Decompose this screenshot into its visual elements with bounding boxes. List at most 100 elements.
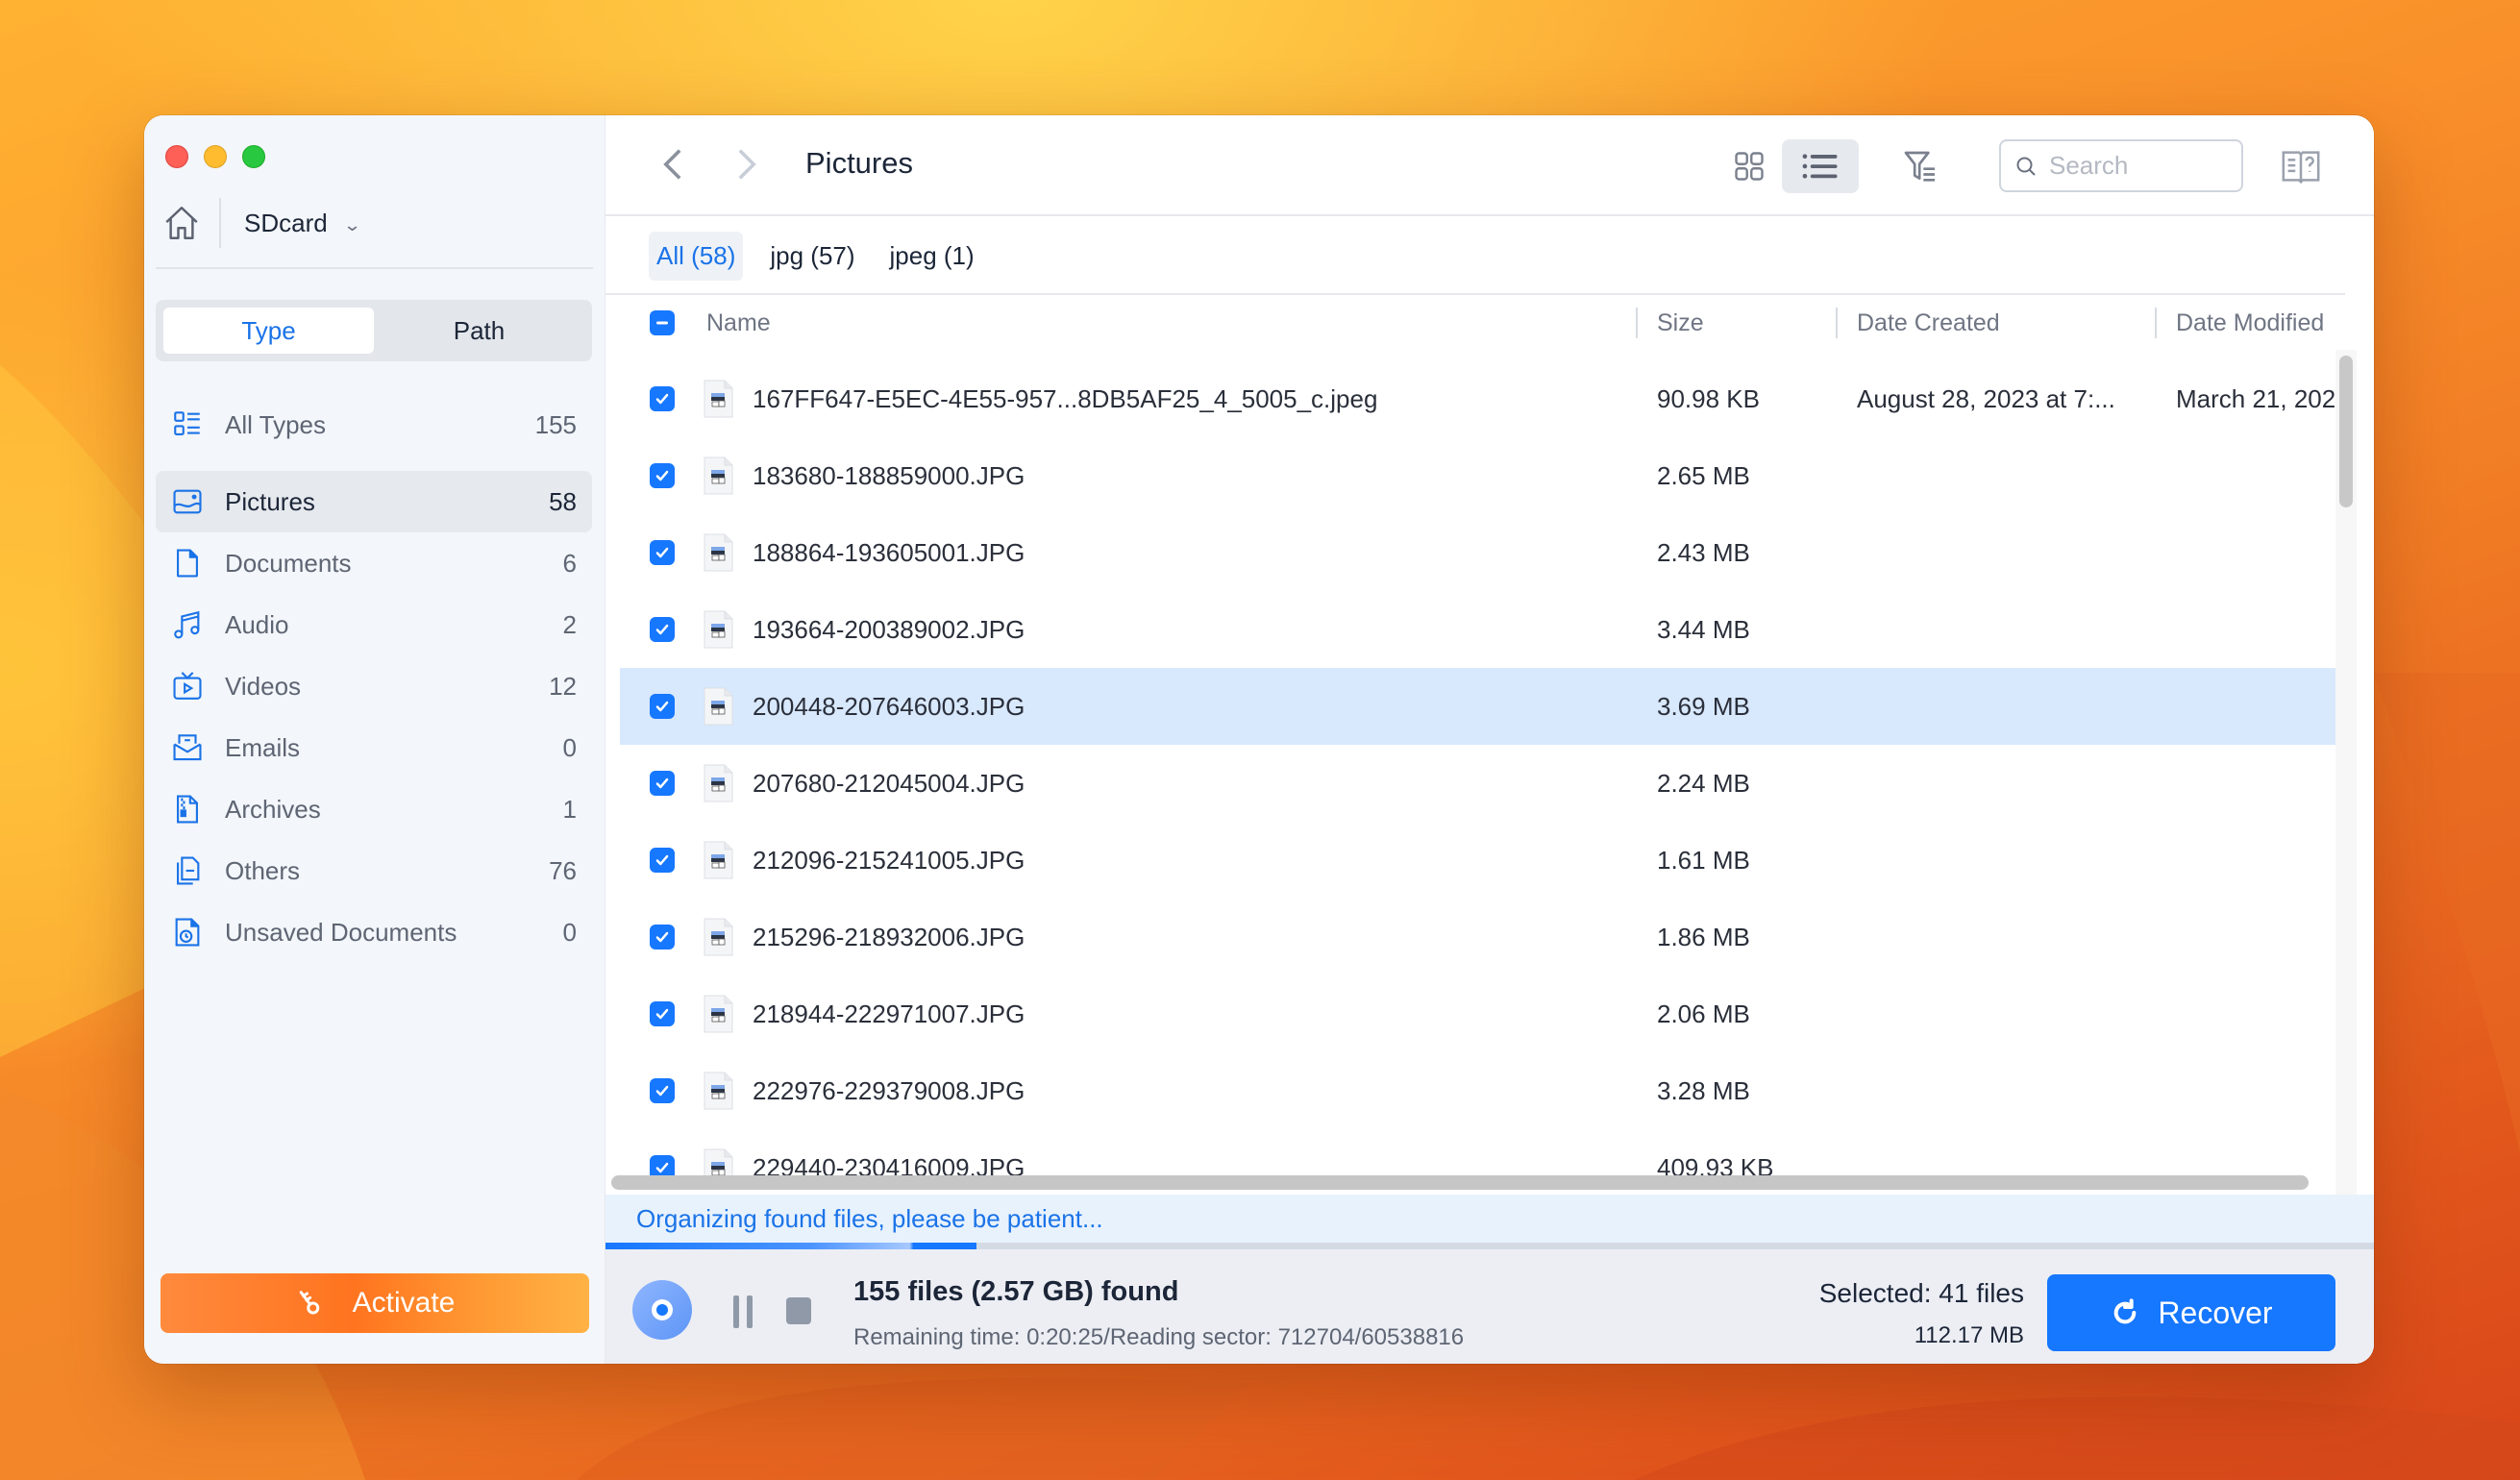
filter-button[interactable] <box>1893 140 1947 194</box>
checkmark-icon <box>655 1008 669 1020</box>
minimize-window-button[interactable] <box>204 145 227 168</box>
file-date-created: August 28, 2023 at 7:... <box>1857 383 2115 413</box>
book-help-icon <box>2282 151 2320 185</box>
row-checkbox[interactable] <box>650 617 675 642</box>
row-checkbox[interactable] <box>650 771 675 796</box>
selected-files-count: Selected: 41 files <box>1818 1278 2024 1308</box>
row-checkbox[interactable] <box>650 1078 675 1103</box>
page-title: Pictures <box>805 146 913 180</box>
column-header-size[interactable]: Size <box>1657 309 1704 337</box>
image-file-icon <box>704 456 733 495</box>
image-file-icon <box>704 841 733 879</box>
close-window-button[interactable] <box>165 145 188 168</box>
column-divider[interactable] <box>1836 308 1838 338</box>
pause-button[interactable] <box>729 1295 757 1328</box>
sidebar-item-label: Documents <box>225 548 352 578</box>
image-file-icon <box>704 764 733 802</box>
row-checkbox[interactable] <box>650 463 675 488</box>
table-row[interactable]: 222976-229379008.JPG 3.28 MB <box>620 1052 2345 1129</box>
image-file-icon <box>704 380 733 418</box>
tab-all[interactable]: All (58) <box>649 231 744 281</box>
sidebar-item-label: Archives <box>225 794 321 824</box>
forward-button[interactable] <box>728 142 766 186</box>
search-input[interactable] <box>2049 151 2222 181</box>
file-size: 2.43 MB <box>1657 537 1750 567</box>
home-icon[interactable] <box>161 203 202 243</box>
row-checkbox[interactable] <box>650 925 675 950</box>
segment-type[interactable]: Type <box>163 308 374 354</box>
vertical-scrollbar-thumb[interactable] <box>2339 356 2353 507</box>
row-checkbox[interactable] <box>650 540 675 565</box>
emails-icon <box>171 731 204 764</box>
videos-icon <box>171 670 204 703</box>
sidebar-item-all-types[interactable]: All Types 155 <box>156 394 592 456</box>
table-row[interactable]: 193664-200389002.JPG 3.44 MB <box>620 591 2345 668</box>
drive-name[interactable]: SDcard <box>244 209 328 238</box>
tab-jpg[interactable]: jpg (57) <box>762 232 862 281</box>
column-header-name[interactable]: Name <box>706 309 771 337</box>
tab-jpeg[interactable]: jpeg (1) <box>882 232 982 281</box>
file-date-modified: March 21, 2023 at 12:59... <box>2176 383 2345 413</box>
window-controls <box>165 145 265 168</box>
zoom-window-button[interactable] <box>242 145 265 168</box>
sidebar-item-count: 0 <box>562 917 577 947</box>
back-button[interactable] <box>654 142 692 186</box>
table-row[interactable]: 215296-218932006.JPG 1.86 MB <box>620 899 2345 975</box>
segment-path[interactable]: Path <box>374 308 584 354</box>
table-row[interactable]: 200448-207646003.JPG 3.69 MB <box>620 668 2345 745</box>
file-name: 183680-188859000.JPG <box>753 460 1025 490</box>
file-type-list: All Types 155 Pictures 58 Documents 6 Au… <box>156 394 592 963</box>
horizontal-scrollbar-thumb[interactable] <box>611 1175 2309 1190</box>
row-checkbox[interactable] <box>650 386 675 411</box>
sidebar-item-others[interactable]: Others 76 <box>156 840 592 901</box>
image-file-icon <box>704 687 733 726</box>
search-field[interactable] <box>1999 139 2243 192</box>
activate-button[interactable]: Activate <box>161 1273 589 1333</box>
sidebar-item-audio[interactable]: Audio 2 <box>156 594 592 655</box>
table-row[interactable]: 218944-222971007.JPG 2.06 MB <box>620 975 2345 1052</box>
sidebar-item-count: 12 <box>549 671 577 701</box>
file-size: 3.69 MB <box>1657 691 1750 721</box>
file-size: 2.65 MB <box>1657 460 1750 490</box>
table-row[interactable]: 183680-188859000.JPG 2.65 MB <box>620 437 2345 514</box>
file-name: 188864-193605001.JPG <box>753 537 1025 567</box>
sidebar-item-emails[interactable]: Emails 0 <box>156 717 592 778</box>
select-all-checkbox[interactable] <box>650 309 675 335</box>
recover-button[interactable]: Recover <box>2047 1274 2335 1351</box>
checkmark-icon <box>655 701 669 712</box>
row-checkbox[interactable] <box>650 694 675 719</box>
grid-view-button[interactable] <box>1711 139 1788 193</box>
file-size: 1.61 MB <box>1657 845 1750 875</box>
table-row[interactable]: 212096-215241005.JPG 1.61 MB <box>620 822 2345 899</box>
help-manual-button[interactable] <box>2274 140 2328 194</box>
app-window: SDcard ⌄ Type Path All Types 155 Picture… <box>144 115 2374 1364</box>
file-size: 3.28 MB <box>1657 1075 1750 1105</box>
sidebar-item-unsaved-documents[interactable]: Unsaved Documents 0 <box>156 901 592 963</box>
sidebar-item-videos[interactable]: Videos 12 <box>156 655 592 717</box>
sidebar-item-pictures[interactable]: Pictures 58 <box>156 471 592 532</box>
sidebar-item-documents[interactable]: Documents 6 <box>156 532 592 594</box>
file-name: 193664-200389002.JPG <box>753 614 1025 644</box>
list-view-button[interactable] <box>1782 139 1859 193</box>
checkmark-icon <box>655 547 669 558</box>
table-row[interactable]: 167FF647-E5EC-4E55-957...8DB5AF25_4_5005… <box>620 360 2345 437</box>
status-message: Organizing found files, please be patien… <box>636 1203 1103 1233</box>
drive-selector-row: SDcard ⌄ <box>161 194 361 252</box>
sidebar-item-count: 58 <box>549 486 577 516</box>
table-row[interactable]: 207680-212045004.JPG 2.24 MB <box>620 745 2345 822</box>
checkmark-icon <box>655 777 669 789</box>
table-row[interactable]: 188864-193605001.JPG 2.43 MB <box>620 514 2345 591</box>
column-divider[interactable] <box>2155 308 2157 338</box>
sidebar-item-archives[interactable]: Archives 1 <box>156 778 592 840</box>
row-checkbox[interactable] <box>650 1001 675 1026</box>
sidebar-item-label: Emails <box>225 732 301 762</box>
column-divider[interactable] <box>1636 308 1638 338</box>
chevron-left-icon <box>663 149 681 180</box>
column-header-date-modified[interactable]: Date Modified <box>2176 309 2324 337</box>
chevron-down-icon[interactable]: ⌄ <box>342 215 361 235</box>
stop-button[interactable] <box>786 1297 811 1324</box>
status-message-bar: Organizing found files, please be patien… <box>605 1195 2374 1243</box>
column-header-date-created[interactable]: Date Created <box>1857 309 2000 337</box>
sidebar-item-count: 2 <box>562 609 577 639</box>
row-checkbox[interactable] <box>650 848 675 873</box>
